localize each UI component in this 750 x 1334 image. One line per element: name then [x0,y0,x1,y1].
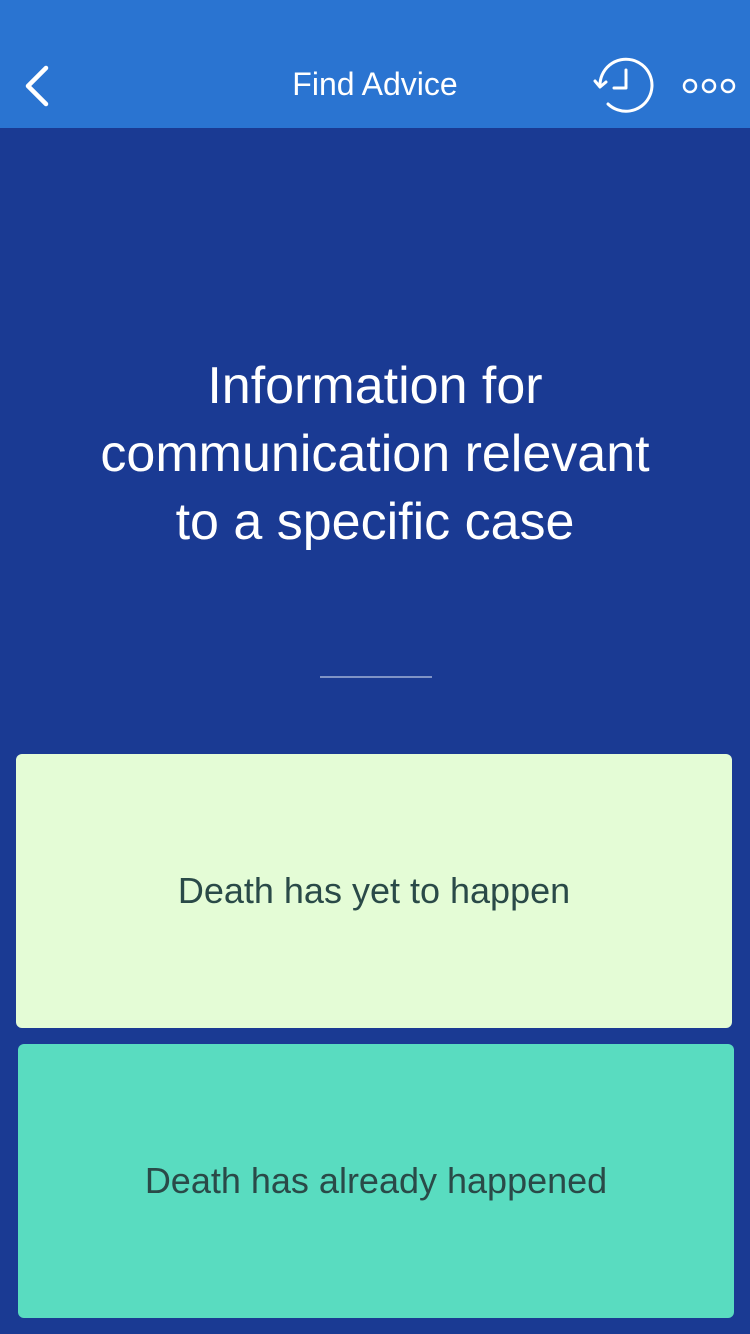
option-label: Death has already happened [144,1160,608,1201]
history-button[interactable] [592,56,662,120]
option-death-yet-to-happen[interactable]: Death has yet to happen [16,754,732,1028]
history-icon [593,57,654,113]
option-label: Death has yet to happen [177,870,571,911]
app-header: Find Advice [0,0,750,128]
back-button[interactable] [14,56,70,116]
divider [320,676,432,678]
chevron-left-icon [25,65,49,107]
more-dots-icon [682,78,736,94]
more-options-button[interactable] [678,66,740,106]
headline: Information for communication relevant t… [100,357,650,551]
option-death-already-happened[interactable]: Death has already happened [18,1044,734,1318]
